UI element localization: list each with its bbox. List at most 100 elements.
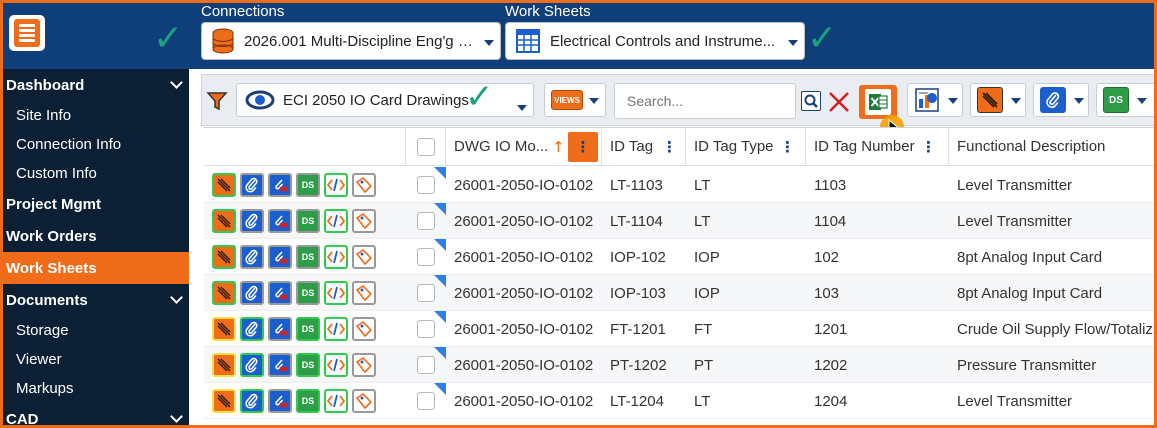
column-menu-icon[interactable]: ⋮: [780, 138, 795, 156]
row-checkbox[interactable]: [417, 356, 435, 374]
paperclip-icon[interactable]: [240, 353, 264, 377]
view-select[interactable]: ECI 2050 IO Card Drawings ✓: [236, 80, 534, 117]
worksheet-select[interactable]: Electrical Controls and Instrume...: [505, 22, 805, 60]
tag-icon[interactable]: [352, 281, 376, 305]
sidebar-item-dashboard[interactable]: Dashboard: [3, 69, 189, 101]
column-header-id-tag[interactable]: ID Tag ⋮: [602, 128, 686, 166]
datasheet-icon[interactable]: DS: [296, 389, 320, 413]
paperclip-icon[interactable]: [240, 281, 264, 305]
clear-search-icon[interactable]: [827, 90, 851, 114]
tag-icon[interactable]: [352, 317, 376, 341]
cell-id-tag: PT-1202: [610, 356, 667, 374]
sidebar-item-site-info[interactable]: Site Info: [3, 101, 189, 130]
drawing-button[interactable]: [970, 83, 1026, 117]
sidebar-item-work-orders[interactable]: Work Orders: [3, 220, 189, 252]
row-checkbox[interactable]: [417, 320, 435, 338]
remove-attachment-icon[interactable]: [268, 209, 292, 233]
sidebar-item-documents[interactable]: Documents: [3, 284, 189, 316]
attachment-button[interactable]: [1033, 83, 1089, 117]
datasheet-icon[interactable]: DS: [296, 353, 320, 377]
tag-icon[interactable]: [352, 389, 376, 413]
select-all-checkbox[interactable]: [416, 137, 435, 156]
datasheet-icon[interactable]: DS: [296, 245, 320, 269]
drawing-icon[interactable]: [212, 173, 236, 197]
code-icon[interactable]: [324, 209, 348, 233]
views-button[interactable]: VIEWS: [544, 83, 606, 117]
paperclip-icon[interactable]: [240, 245, 264, 269]
tag-icon[interactable]: [352, 245, 376, 269]
row-checkbox[interactable]: [417, 284, 435, 302]
column-header-functional-description[interactable]: Functional Description: [949, 128, 1154, 166]
drawing-icon[interactable]: [212, 281, 236, 305]
table-row[interactable]: DS 26001-2050-IO-0102 IOP-103 IOP 103 8pt Ana…: [204, 275, 1154, 311]
column-header-id-tag-type[interactable]: ID Tag Type ⋮: [686, 128, 806, 166]
remove-attachment-icon[interactable]: [268, 353, 292, 377]
connection-select[interactable]: 2026.001 Multi-Discipline Eng'g a...: [201, 22, 501, 60]
table-row[interactable]: DS 26001-2050-IO-0102 LT-1104 LT 1104 Level T…: [204, 203, 1154, 239]
drawing-icon[interactable]: [212, 353, 236, 377]
row-checkbox[interactable]: [417, 248, 435, 266]
remove-attachment-icon[interactable]: [268, 173, 292, 197]
sidebar-item-viewer[interactable]: Viewer: [3, 345, 189, 374]
data-grid: DWG IO Mo... ↑ ⋮ ID Tag ⋮ ID Tag Type ⋮ …: [204, 127, 1154, 425]
drawing-icon[interactable]: [212, 245, 236, 269]
search-input[interactable]: [627, 93, 787, 109]
sidebar-item-cad[interactable]: CAD: [3, 403, 189, 425]
drawing-icon[interactable]: [212, 389, 236, 413]
search-icon[interactable]: [801, 91, 821, 111]
sidebar-item-label: Markups: [16, 380, 74, 397]
code-icon[interactable]: [324, 245, 348, 269]
row-checkbox[interactable]: [417, 176, 435, 194]
sidebar-item-storage[interactable]: Storage: [3, 316, 189, 345]
paperclip-icon[interactable]: [240, 389, 264, 413]
tag-icon[interactable]: [352, 353, 376, 377]
paperclip-icon[interactable]: [240, 173, 264, 197]
code-icon[interactable]: [324, 173, 348, 197]
code-icon[interactable]: [324, 317, 348, 341]
column-header-dwg[interactable]: DWG IO Mo... ↑ ⋮: [446, 128, 602, 166]
sidebar-item-connection-info[interactable]: Connection Info: [3, 130, 189, 159]
report-button[interactable]: [907, 83, 963, 117]
table-row[interactable]: DS 26001-2050-IO-0102 PT-1202 PT 1202 Pressur…: [204, 347, 1154, 383]
filter-icon[interactable]: [206, 90, 228, 112]
table-row[interactable]: DS 26001-2050-IO-0102 LT-1103 LT 1103 Level T…: [204, 167, 1154, 203]
drawing-icon[interactable]: [212, 209, 236, 233]
paperclip-icon[interactable]: [240, 317, 264, 341]
datasheet-icon[interactable]: DS: [296, 173, 320, 197]
column-menu-icon[interactable]: ⋮: [921, 138, 936, 156]
cell-functional-description: Level Transmitter: [957, 176, 1073, 194]
tag-icon[interactable]: [352, 209, 376, 233]
row-checkbox[interactable]: [417, 392, 435, 410]
datasheet-icon[interactable]: DS: [296, 209, 320, 233]
sidebar-item-custom-info[interactable]: Custom Info: [3, 159, 189, 188]
tag-icon[interactable]: [352, 173, 376, 197]
datasheet-icon[interactable]: DS: [296, 317, 320, 341]
column-menu-icon[interactable]: ⋮: [662, 138, 677, 156]
table-row[interactable]: DS 26001-2050-IO-0102 LT-1204 LT 1204 Level T…: [204, 383, 1154, 419]
code-icon[interactable]: [324, 353, 348, 377]
column-menu-icon[interactable]: ⋮: [568, 132, 598, 162]
chevron-down-icon: [517, 98, 527, 116]
remove-attachment-icon[interactable]: [268, 317, 292, 341]
table-row[interactable]: DS 26001-2050-IO-0102 IOP-102 IOP 102 8pt Ana…: [204, 239, 1154, 275]
app-menu-button[interactable]: [9, 15, 45, 51]
row-checkbox[interactable]: [417, 212, 435, 230]
sidebar-item-work-sheets[interactable]: Work Sheets: [3, 252, 189, 284]
datasheet-icon[interactable]: DS: [296, 281, 320, 305]
sidebar-item-markups[interactable]: Markups: [3, 374, 189, 403]
drawing-icon[interactable]: [212, 317, 236, 341]
column-header-label: ID Tag Number: [814, 138, 915, 155]
remove-attachment-icon[interactable]: [268, 245, 292, 269]
column-header-id-tag-number[interactable]: ID Tag Number ⋮: [806, 128, 949, 166]
code-icon[interactable]: [324, 281, 348, 305]
sidebar-item-project-mgmt[interactable]: Project Mgmt: [3, 188, 189, 220]
datasheet-button[interactable]: DS: [1096, 83, 1154, 117]
export-excel-button[interactable]: [859, 85, 897, 119]
checkmark-icon: ✓: [153, 18, 184, 59]
remove-attachment-icon[interactable]: [268, 389, 292, 413]
remove-attachment-icon[interactable]: [268, 281, 292, 305]
paperclip-icon[interactable]: [240, 209, 264, 233]
report-icon: [914, 87, 940, 113]
table-row[interactable]: DS 26001-2050-IO-0102 FT-1201 FT 1201 Crude O…: [204, 311, 1154, 347]
code-icon[interactable]: [324, 389, 348, 413]
